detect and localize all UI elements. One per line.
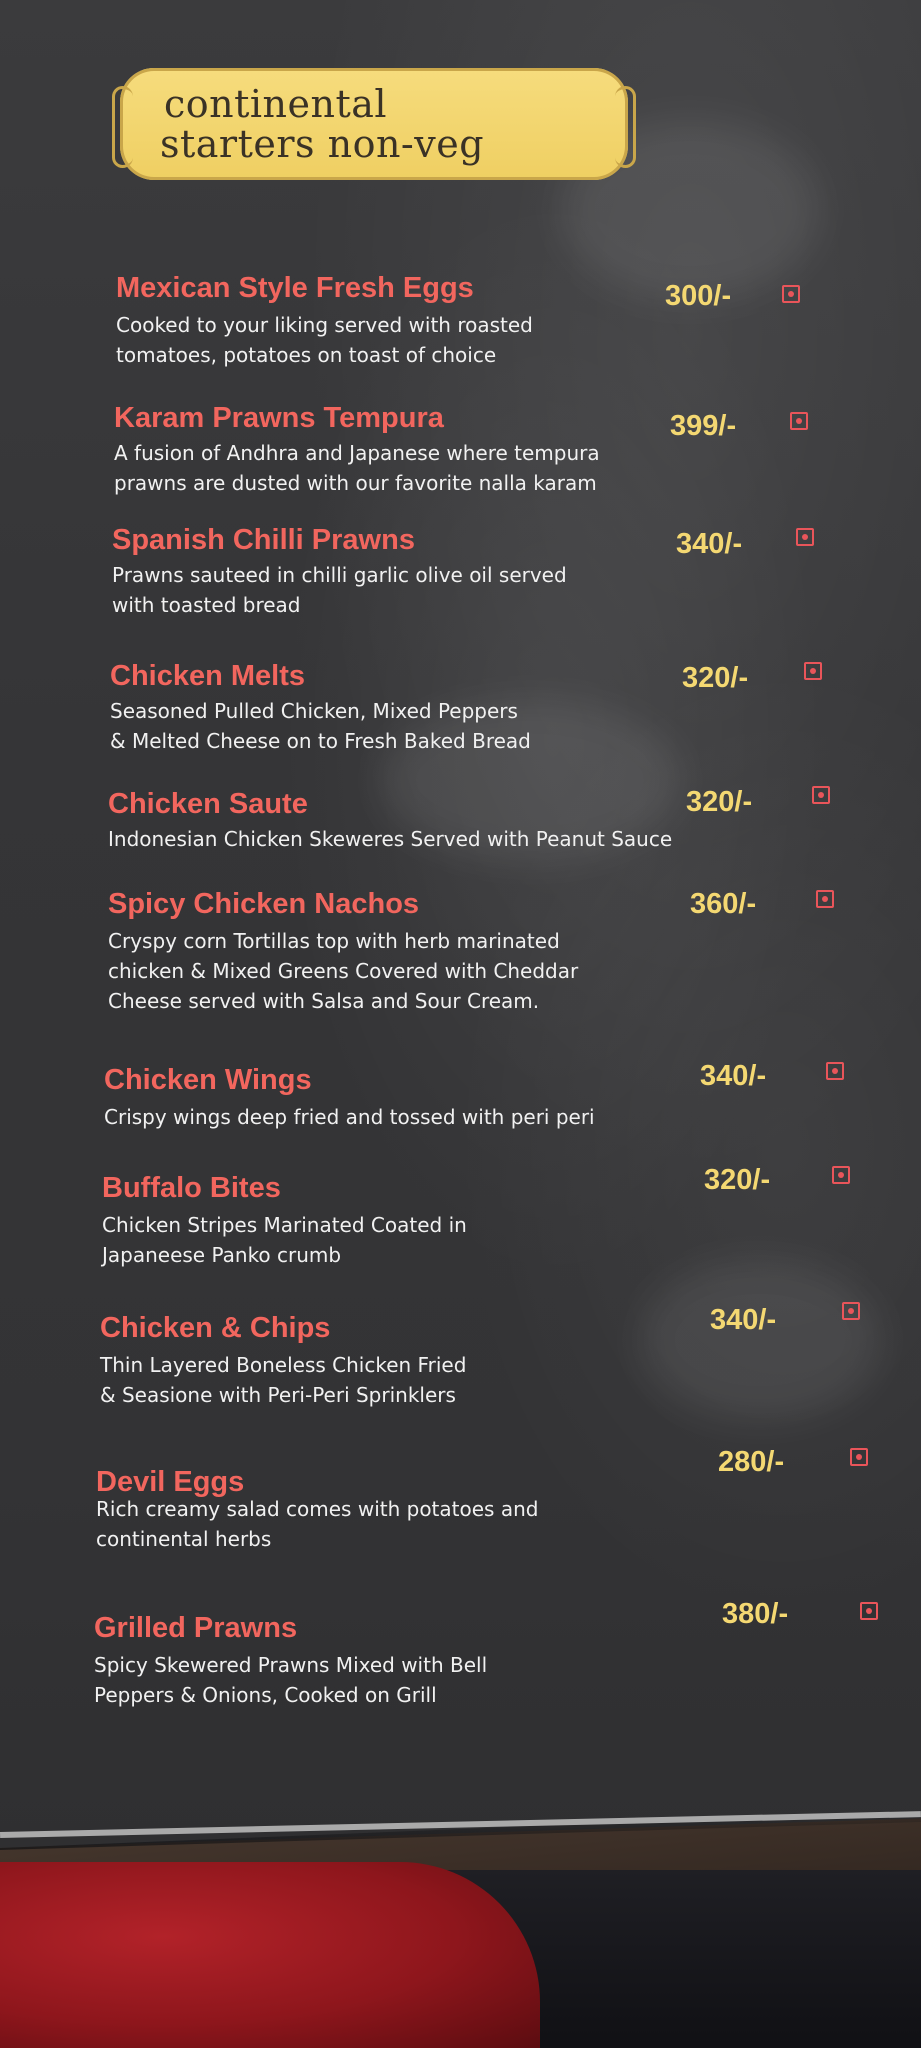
- non-veg-icon: [790, 412, 808, 430]
- item-description: Seasoned Pulled Chicken, Mixed Peppers &…: [110, 699, 531, 753]
- item-name: Chicken Saute: [108, 788, 308, 820]
- item-name: Karam Prawns Tempura: [114, 402, 444, 434]
- item-price: 340/-: [676, 528, 743, 560]
- item-name: Chicken Melts: [110, 660, 305, 692]
- item-name: Spicy Chicken Nachos: [108, 888, 420, 920]
- item-name: Buffalo Bites: [102, 1172, 281, 1204]
- item-description: Cryspy corn Tortillas top with herb mari…: [108, 929, 579, 1013]
- item-price: 320/-: [682, 662, 749, 694]
- item-name: Chicken Wings: [104, 1064, 312, 1096]
- non-veg-icon: [796, 528, 814, 546]
- item-description: Chicken Stripes Marinated Coated in Japa…: [102, 1213, 467, 1267]
- item-price: 340/-: [700, 1060, 767, 1092]
- item-name: Chicken & Chips: [100, 1312, 331, 1344]
- item-description: Crispy wings deep fried and tossed with …: [104, 1105, 595, 1129]
- red-cloth: [0, 1862, 540, 2048]
- menu-card: continental starters non-veg Mexican Sty…: [0, 0, 921, 1848]
- photo-scene: continental starters non-veg Mexican Sty…: [0, 0, 921, 2048]
- item-price: 360/-: [690, 888, 757, 920]
- item-price: 380/-: [722, 1598, 789, 1630]
- item-description: Rich creamy salad comes with potatoes an…: [96, 1497, 539, 1551]
- item-name: Spanish Chilli Prawns: [112, 524, 415, 556]
- non-veg-icon: [842, 1302, 860, 1320]
- non-veg-icon: [782, 285, 800, 303]
- item-description: Spicy Skewered Prawns Mixed with Bell Pe…: [94, 1653, 488, 1707]
- non-veg-icon: [832, 1166, 850, 1184]
- item-description: Thin Layered Boneless Chicken Fried & Se…: [100, 1353, 467, 1407]
- item-price: 320/-: [686, 786, 753, 818]
- item-price: 280/-: [718, 1446, 785, 1478]
- item-description: Cooked to your liking served with roaste…: [116, 313, 533, 367]
- item-description: Prawns sauteed in chilli garlic olive oi…: [112, 563, 567, 617]
- non-veg-icon: [850, 1448, 868, 1466]
- glare-spot: [640, 1260, 880, 1420]
- item-price: 340/-: [710, 1304, 777, 1336]
- non-veg-icon: [826, 1062, 844, 1080]
- section-title-line1: continental: [164, 82, 388, 126]
- item-price: 399/-: [670, 410, 737, 442]
- section-title-line2: starters non-veg: [160, 122, 485, 166]
- item-name: Mexican Style Fresh Eggs: [116, 272, 474, 304]
- item-price: 320/-: [704, 1164, 771, 1196]
- non-veg-icon: [804, 662, 822, 680]
- non-veg-icon: [860, 1602, 878, 1620]
- non-veg-icon: [812, 786, 830, 804]
- item-description: Indonesian Chicken Skeweres Served with …: [108, 827, 673, 851]
- item-name: Grilled Prawns: [94, 1612, 298, 1644]
- item-price: 300/-: [665, 280, 732, 312]
- non-veg-icon: [816, 890, 834, 908]
- section-header-plaque: continental starters non-veg: [112, 68, 636, 180]
- item-description: A fusion of Andhra and Japanese where te…: [114, 441, 600, 495]
